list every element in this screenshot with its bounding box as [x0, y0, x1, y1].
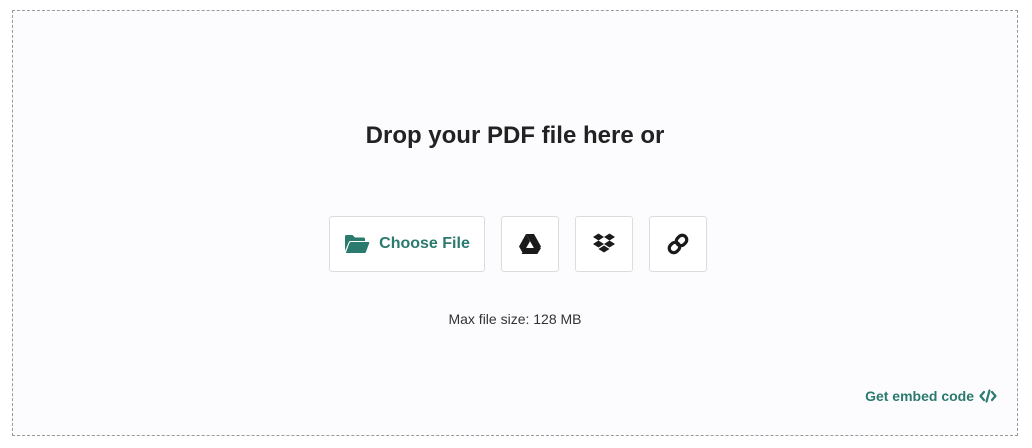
link-url-button[interactable] — [649, 216, 707, 272]
max-file-size-text: Max file size: 128 MB — [448, 311, 582, 327]
folder-open-icon — [344, 234, 370, 254]
google-drive-icon — [518, 233, 542, 255]
google-drive-button[interactable] — [501, 216, 559, 272]
choose-file-button[interactable]: Choose File — [329, 216, 485, 272]
embed-label: Get embed code — [865, 388, 974, 404]
choose-file-label: Choose File — [379, 235, 470, 252]
get-embed-code-link[interactable]: Get embed code — [865, 388, 997, 404]
pdf-dropzone[interactable]: Drop your PDF file here or Choose File M… — [12, 10, 1018, 436]
dropbox-icon — [592, 232, 616, 256]
dropzone-headline: Drop your PDF file here or — [365, 122, 665, 149]
dropbox-button[interactable] — [575, 216, 633, 272]
link-icon — [666, 232, 690, 256]
code-icon — [979, 389, 997, 403]
